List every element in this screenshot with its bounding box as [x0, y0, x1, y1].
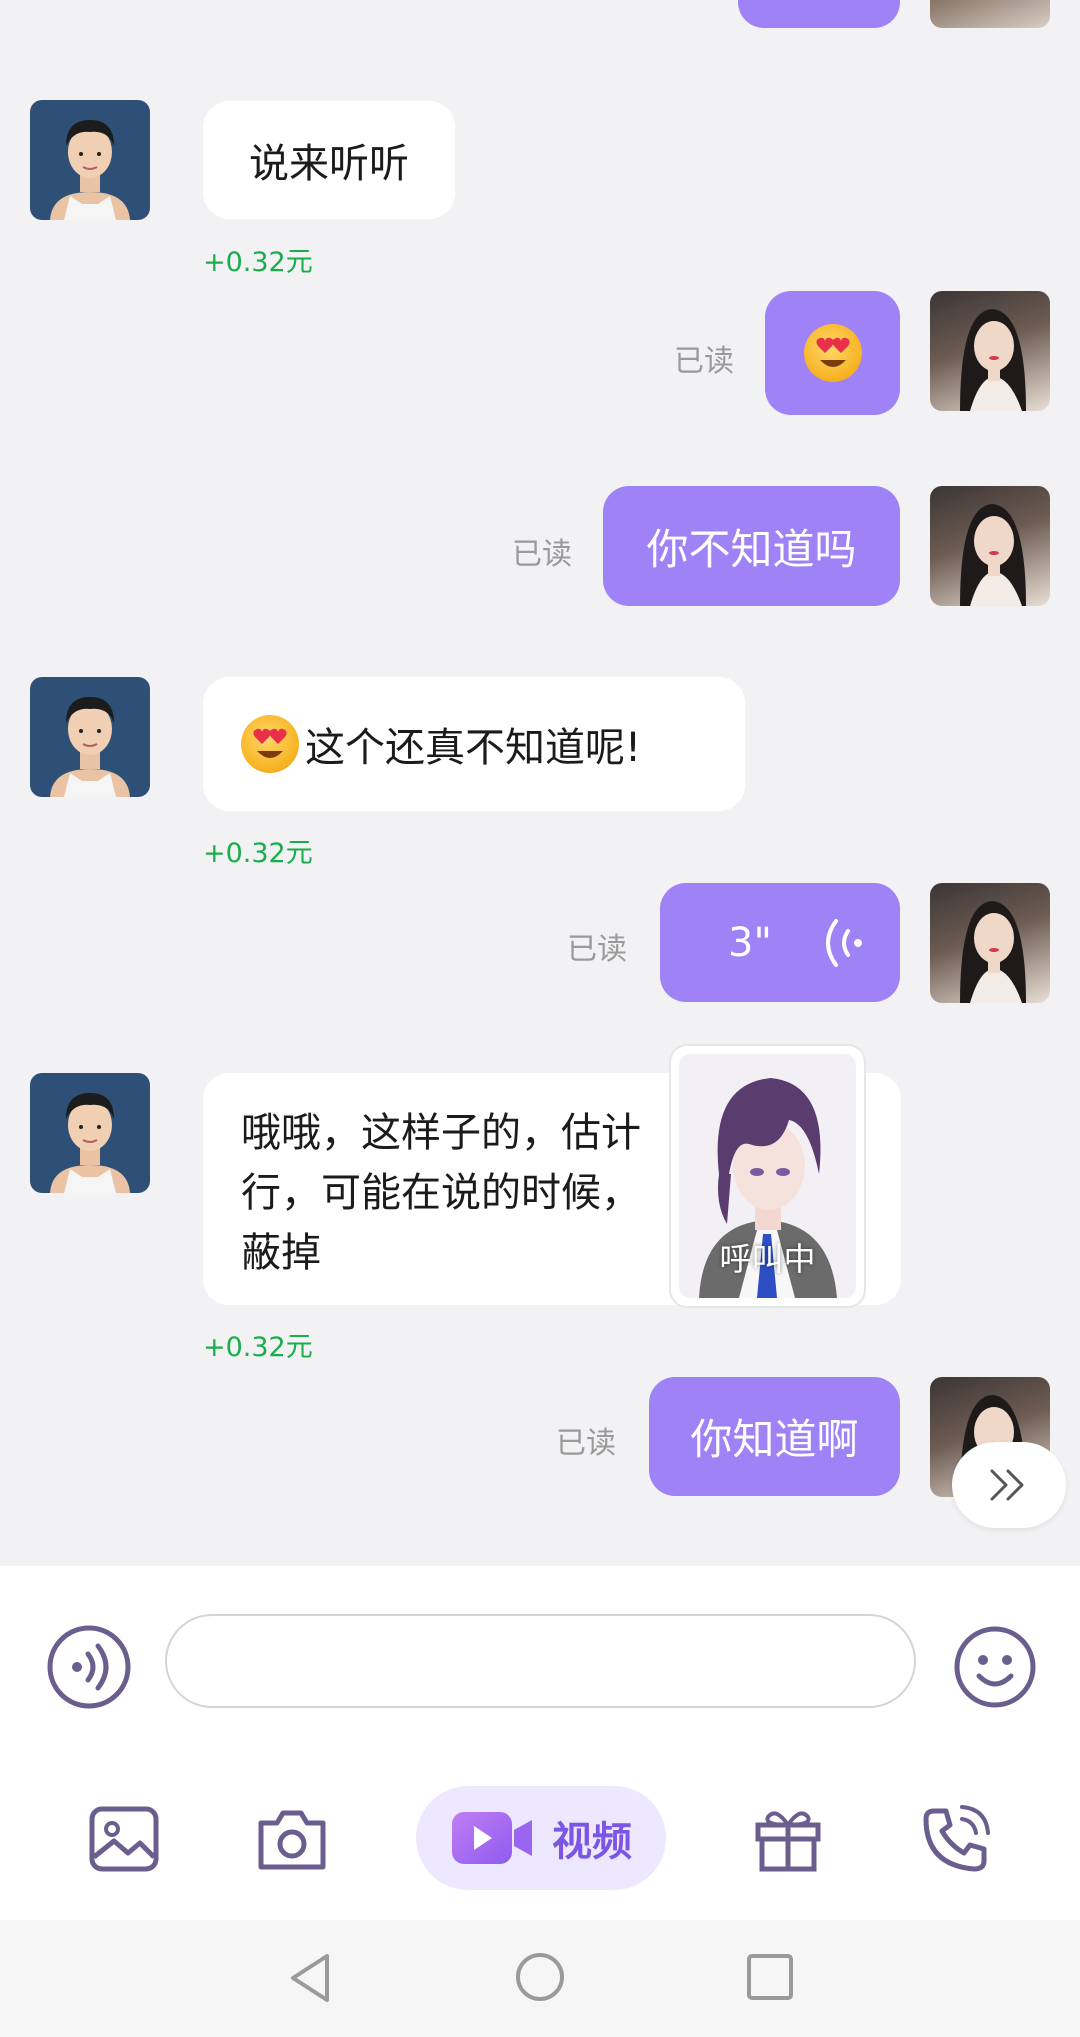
read-status: 已读 [512, 537, 572, 572]
recents-icon [747, 1954, 793, 2000]
voice-message-bubble[interactable]: 3" [660, 883, 900, 1002]
heart-eyes-emoji [803, 324, 862, 382]
back-icon [291, 1954, 329, 2002]
male-avatar-illustration [30, 1073, 150, 1193]
self-avatar[interactable] [930, 883, 1050, 1003]
female-avatar-photo [960, 504, 1026, 606]
voice-icon [47, 1625, 131, 1709]
read-status: 已读 [556, 1426, 616, 1461]
voice-duration: 3" [728, 919, 772, 966]
camera-button[interactable] [255, 1803, 329, 1875]
chat-area[interactable]: 说来听听 +0.32元 已读 已读 你不知道吗 这个还真不知道呢! +0.32元… [0, 0, 1080, 1566]
message-bubble[interactable] [765, 291, 900, 415]
video-call-button[interactable]: 视频 [416, 1786, 666, 1890]
message-text: 你知道啊 [690, 1415, 859, 1464]
calling-status: 呼叫中 [719, 1240, 816, 1278]
female-avatar-photo [960, 309, 1026, 411]
gift-icon [755, 1811, 821, 1872]
previous-message-bubble[interactable] [738, 0, 900, 28]
image-icon [89, 1806, 159, 1872]
earning-label: +0.32元 [203, 247, 313, 278]
fast-forward-icon [990, 1469, 1024, 1501]
contact-avatar[interactable] [30, 100, 150, 220]
recents-button[interactable] [745, 1952, 795, 2002]
voice-call-button[interactable] [920, 1803, 992, 1875]
female-avatar-photo [960, 901, 1026, 1003]
home-button[interactable] [513, 1950, 567, 2004]
message-text: 这个还真不知道呢! [305, 725, 642, 771]
read-status: 已读 [674, 344, 734, 379]
home-icon [516, 1953, 564, 2001]
self-avatar[interactable] [930, 486, 1050, 606]
message-input[interactable] [165, 1614, 916, 1708]
message-text: 说来听听 [249, 141, 409, 187]
voice-wave-icon [818, 913, 868, 973]
self-avatar[interactable] [930, 0, 1050, 28]
contact-avatar[interactable] [30, 677, 150, 797]
heart-eyes-emoji [241, 715, 299, 773]
read-status: 已读 [567, 932, 627, 967]
video-call-label: 视频 [552, 1819, 632, 1865]
message-bubble[interactable]: 说来听听 [203, 101, 455, 219]
contact-avatar[interactable] [30, 1073, 150, 1193]
voice-input-button[interactable] [46, 1624, 132, 1710]
earning-label: +0.32元 [203, 1332, 313, 1363]
male-avatar-illustration [30, 677, 150, 797]
image-button[interactable] [88, 1803, 160, 1875]
message-bubble[interactable]: 你不知道吗 [603, 486, 900, 606]
back-button[interactable] [285, 1950, 335, 2006]
gift-button[interactable] [752, 1803, 824, 1875]
caller-portrait: 呼叫中 [679, 1054, 856, 1298]
self-avatar[interactable] [930, 291, 1050, 411]
scroll-to-bottom-button[interactable] [952, 1442, 1066, 1528]
message-bubble[interactable]: 你知道啊 [649, 1377, 900, 1496]
emoji-button[interactable] [952, 1624, 1038, 1710]
earning-label: +0.32元 [203, 838, 313, 869]
phone-icon [923, 1805, 990, 1872]
emoji-icon [954, 1626, 1036, 1708]
system-navigation-bar [0, 1920, 1080, 2037]
message-bubble[interactable]: 这个还真不知道呢! [203, 677, 745, 811]
video-icon [452, 1812, 532, 1864]
male-avatar-illustration [30, 100, 150, 220]
message-text: 你不知道吗 [646, 524, 857, 574]
calling-overlay[interactable]: 呼叫中 [671, 1046, 864, 1306]
camera-icon [258, 1810, 326, 1870]
